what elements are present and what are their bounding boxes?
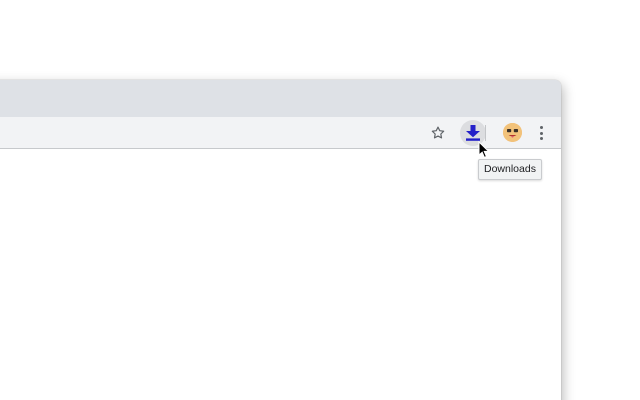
emoji-face-icon <box>503 123 522 142</box>
star-icon[interactable] <box>430 125 446 141</box>
menu-dot-icon <box>539 131 543 135</box>
browser-toolbar <box>0 117 561 149</box>
page-content <box>0 149 561 400</box>
desktop-background: Downloads <box>0 0 640 400</box>
browser-window <box>0 80 561 400</box>
downloads-tooltip: Downloads <box>478 159 542 180</box>
tab-strip <box>0 80 561 117</box>
toolbar-divider <box>485 125 486 141</box>
profile-avatar[interactable] <box>503 123 522 142</box>
menu-dot-icon <box>539 126 543 129</box>
menu-dot-icon <box>539 137 543 140</box>
menu-button[interactable] <box>533 124 549 142</box>
download-icon <box>466 125 480 141</box>
mouse-cursor-icon <box>478 141 490 159</box>
